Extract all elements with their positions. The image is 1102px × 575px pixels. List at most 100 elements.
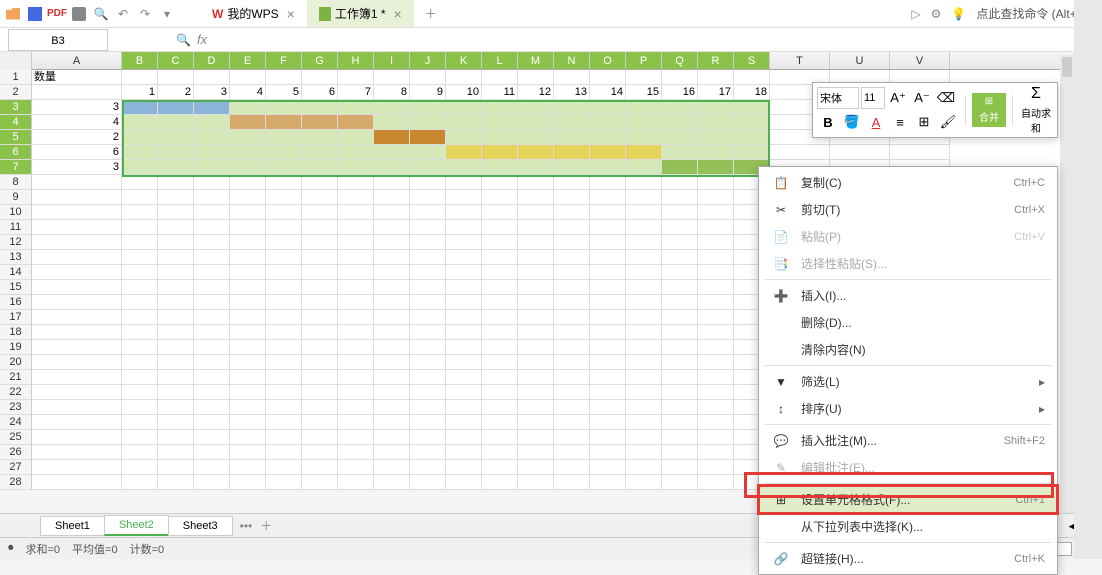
cell[interactable] (266, 145, 302, 160)
cell[interactable] (158, 145, 194, 160)
cell[interactable] (518, 175, 554, 190)
cell[interactable] (266, 415, 302, 430)
col-header[interactable]: V (890, 52, 950, 69)
cell[interactable] (554, 100, 590, 115)
cell[interactable] (554, 220, 590, 235)
cell[interactable] (410, 235, 446, 250)
cell[interactable] (446, 70, 482, 85)
cell[interactable] (158, 460, 194, 475)
cell[interactable] (554, 340, 590, 355)
cell[interactable] (590, 145, 626, 160)
cell[interactable] (374, 475, 410, 490)
cell[interactable] (518, 115, 554, 130)
cell[interactable]: 3 (194, 85, 230, 100)
cell[interactable] (338, 265, 374, 280)
cell[interactable] (302, 205, 338, 220)
cell[interactable] (194, 445, 230, 460)
cell[interactable] (446, 160, 482, 175)
cell[interactable] (32, 445, 122, 460)
cell[interactable] (194, 220, 230, 235)
cell[interactable] (194, 430, 230, 445)
cell[interactable] (410, 265, 446, 280)
cell[interactable] (32, 280, 122, 295)
row-header[interactable]: 8 (0, 175, 32, 190)
cell[interactable] (32, 415, 122, 430)
cell[interactable] (158, 310, 194, 325)
cell[interactable] (410, 280, 446, 295)
cell[interactable] (194, 130, 230, 145)
cell[interactable] (338, 70, 374, 85)
cell[interactable] (230, 370, 266, 385)
cell[interactable] (338, 430, 374, 445)
cell[interactable] (662, 280, 698, 295)
sheet-tab[interactable]: Sheet2 (104, 515, 169, 536)
cell[interactable] (32, 235, 122, 250)
cell[interactable] (122, 205, 158, 220)
cell[interactable] (698, 160, 734, 175)
cell[interactable] (338, 235, 374, 250)
cell[interactable] (374, 340, 410, 355)
cell[interactable] (482, 325, 518, 340)
cell[interactable] (554, 370, 590, 385)
col-header[interactable]: K (446, 52, 482, 69)
cell[interactable] (554, 430, 590, 445)
cell[interactable] (158, 265, 194, 280)
cell[interactable] (482, 220, 518, 235)
cell[interactable] (338, 475, 374, 490)
cell[interactable] (554, 295, 590, 310)
row-header[interactable]: 25 (0, 430, 32, 445)
cell[interactable] (410, 205, 446, 220)
cell[interactable] (302, 265, 338, 280)
cell[interactable] (626, 475, 662, 490)
cell[interactable] (698, 70, 734, 85)
cell[interactable] (230, 115, 266, 130)
cell[interactable] (32, 250, 122, 265)
cell[interactable] (554, 310, 590, 325)
cell[interactable] (590, 415, 626, 430)
cell[interactable] (410, 400, 446, 415)
cell[interactable] (626, 445, 662, 460)
cell[interactable] (410, 340, 446, 355)
cell[interactable] (338, 145, 374, 160)
cell[interactable] (662, 130, 698, 145)
col-header[interactable]: I (374, 52, 410, 69)
cell[interactable] (590, 445, 626, 460)
cell[interactable] (230, 235, 266, 250)
cell[interactable] (266, 115, 302, 130)
cell[interactable] (626, 280, 662, 295)
cell[interactable]: 6 (302, 85, 338, 100)
cell[interactable] (32, 355, 122, 370)
cell[interactable] (32, 220, 122, 235)
cell[interactable] (158, 175, 194, 190)
cell[interactable] (698, 325, 734, 340)
fx-button[interactable]: fx (197, 32, 207, 47)
cell[interactable] (482, 280, 518, 295)
cell[interactable] (230, 460, 266, 475)
cell[interactable] (194, 475, 230, 490)
menu-item[interactable]: 📋复制(C)Ctrl+C (759, 169, 1057, 196)
print-icon[interactable] (70, 5, 88, 23)
cell[interactable] (410, 415, 446, 430)
search-hint[interactable]: 点此查找命令 (Alt+Q) (976, 5, 1090, 22)
cell[interactable] (662, 475, 698, 490)
cell[interactable]: 2 (32, 130, 122, 145)
cell[interactable] (194, 235, 230, 250)
cell[interactable] (446, 190, 482, 205)
cell[interactable] (230, 70, 266, 85)
cell[interactable] (590, 355, 626, 370)
vertical-scrollbar[interactable] (1060, 55, 1074, 513)
cell[interactable] (302, 325, 338, 340)
cell[interactable] (158, 280, 194, 295)
cell[interactable] (266, 310, 302, 325)
cell[interactable] (158, 250, 194, 265)
cell[interactable] (662, 385, 698, 400)
cell[interactable] (194, 70, 230, 85)
cell[interactable] (266, 70, 302, 85)
cell[interactable] (32, 430, 122, 445)
cell[interactable] (338, 400, 374, 415)
cell[interactable] (194, 100, 230, 115)
cell[interactable]: 13 (554, 85, 590, 100)
cell[interactable] (446, 340, 482, 355)
cell[interactable] (158, 100, 194, 115)
cell[interactable] (230, 355, 266, 370)
